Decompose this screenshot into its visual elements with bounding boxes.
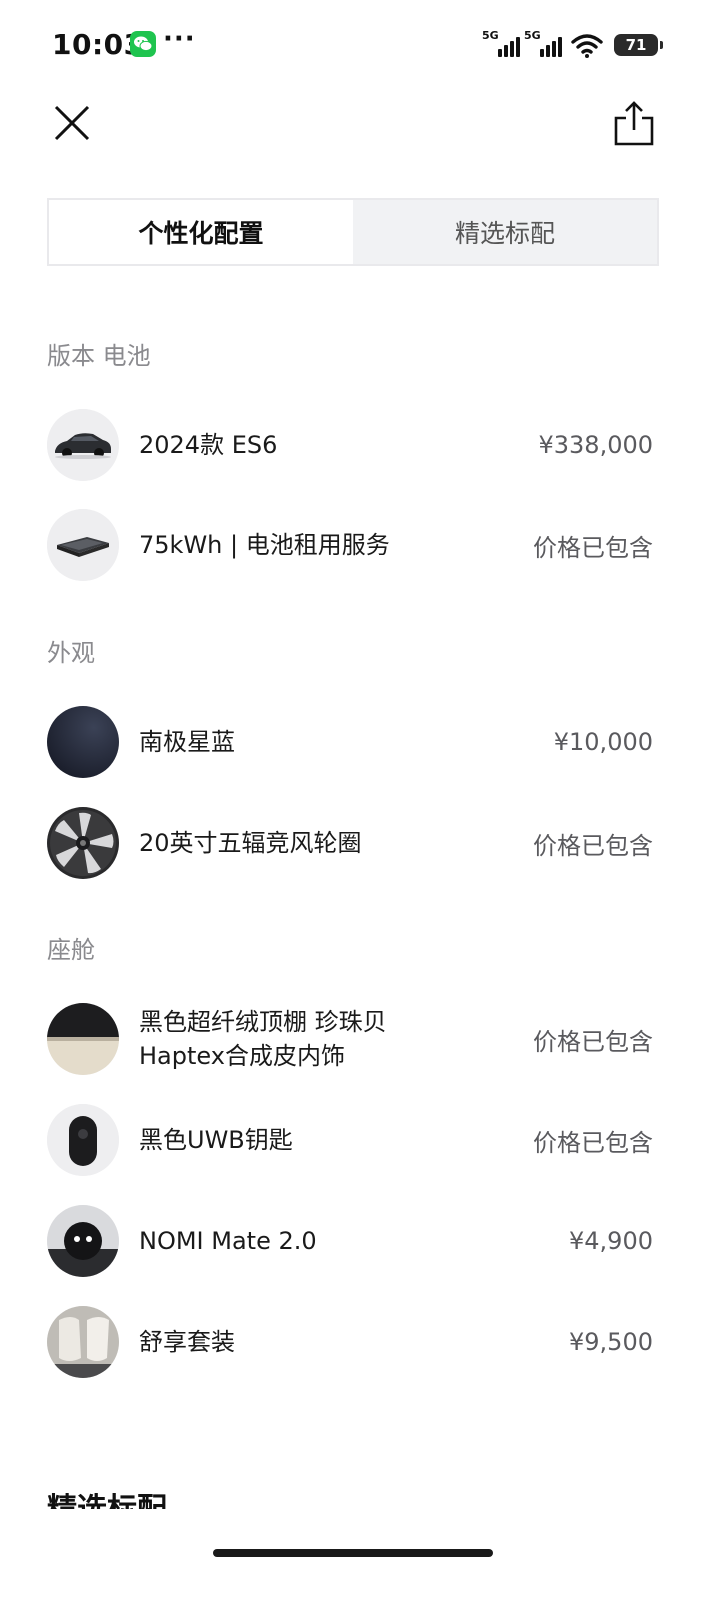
key-thumbnail bbox=[47, 1104, 119, 1176]
nomi-thumbnail bbox=[47, 1205, 119, 1277]
section-title-version-battery: 版本 电池 bbox=[47, 342, 151, 370]
config-item-key[interactable]: 黑色UWB钥匙 价格已包含 bbox=[47, 1103, 653, 1177]
item-name: 黑色UWB钥匙 bbox=[139, 1126, 293, 1154]
status-right-cluster: 5G 5G 71 bbox=[482, 29, 663, 60]
item-price: 价格已包含 bbox=[533, 533, 653, 562]
item-name: 黑色超纤绒顶棚 珍珠贝 Haptex合成皮内饰 bbox=[139, 1005, 533, 1073]
item-name: 南极星蓝 bbox=[139, 728, 235, 756]
network-type-label: 5G bbox=[524, 29, 541, 42]
item-price: ¥10,000 bbox=[553, 728, 653, 756]
next-section-title: 精选标配 bbox=[47, 1495, 167, 1510]
close-button[interactable] bbox=[50, 101, 94, 145]
interior-swatch bbox=[47, 1003, 119, 1075]
battery-thumbnail bbox=[47, 509, 119, 581]
item-name: NOMI Mate 2.0 bbox=[139, 1227, 317, 1255]
item-price: ¥9,500 bbox=[569, 1328, 653, 1356]
item-name: 75kWh | 电池租用服务 bbox=[139, 531, 390, 559]
battery-icon: 71 bbox=[614, 34, 663, 56]
paint-swatch bbox=[47, 706, 119, 778]
network-type-label: 5G bbox=[482, 29, 499, 42]
wifi-icon bbox=[571, 34, 603, 58]
config-item-nomi[interactable]: NOMI Mate 2.0 ¥4,900 bbox=[47, 1204, 653, 1278]
wheel-thumbnail bbox=[47, 807, 119, 879]
config-item-battery[interactable]: 75kWh | 电池租用服务 价格已包含 bbox=[47, 508, 653, 582]
config-tabs: 个性化配置 精选标配 bbox=[47, 198, 659, 266]
item-price: ¥338,000 bbox=[538, 431, 653, 459]
config-item-interior[interactable]: 黑色超纤绒顶棚 珍珠贝 Haptex合成皮内饰 价格已包含 bbox=[47, 1002, 653, 1076]
config-item-model[interactable]: 2024款 ES6 ¥338,000 bbox=[47, 408, 653, 482]
item-name: 舒享套装 bbox=[139, 1328, 235, 1356]
item-price: 价格已包含 bbox=[533, 1128, 653, 1157]
section-title-cabin: 座舱 bbox=[47, 936, 95, 964]
close-icon bbox=[54, 105, 90, 141]
config-item-wheels[interactable]: 20英寸五辐竞风轮圈 价格已包含 bbox=[47, 806, 653, 880]
item-name-line1: 黑色超纤绒顶棚 珍珠贝 bbox=[139, 1008, 387, 1036]
wechat-icon bbox=[130, 31, 156, 57]
item-price: 价格已包含 bbox=[533, 831, 653, 860]
status-bar: 10:03 ··· 5G 5G 71 bbox=[0, 0, 720, 90]
share-button[interactable] bbox=[612, 100, 656, 148]
section-title-exterior: 外观 bbox=[47, 639, 95, 667]
home-indicator[interactable] bbox=[213, 1549, 493, 1557]
car-thumbnail bbox=[47, 409, 119, 481]
item-price: ¥4,900 bbox=[569, 1227, 653, 1255]
share-icon bbox=[614, 101, 654, 146]
item-name: 2024款 ES6 bbox=[139, 431, 278, 459]
config-item-paint[interactable]: 南极星蓝 ¥10,000 bbox=[47, 705, 653, 779]
config-item-comfort-package[interactable]: 舒享套装 ¥9,500 bbox=[47, 1305, 653, 1379]
cellular-signal-icon: 5G bbox=[482, 29, 520, 59]
cellular-signal-icon: 5G bbox=[524, 29, 562, 59]
next-section-title-peek: 精选标配 bbox=[47, 1493, 247, 1510]
item-name-line2: Haptex合成皮内饰 bbox=[139, 1042, 345, 1070]
item-name: 20英寸五辐竞风轮圈 bbox=[139, 829, 362, 857]
more-notifications-icon: ··· bbox=[163, 24, 196, 54]
seat-thumbnail bbox=[47, 1306, 119, 1378]
tab-standard-features[interactable]: 精选标配 bbox=[353, 200, 657, 264]
item-price: 价格已包含 bbox=[533, 1027, 653, 1056]
tab-personalized-config[interactable]: 个性化配置 bbox=[49, 200, 353, 264]
